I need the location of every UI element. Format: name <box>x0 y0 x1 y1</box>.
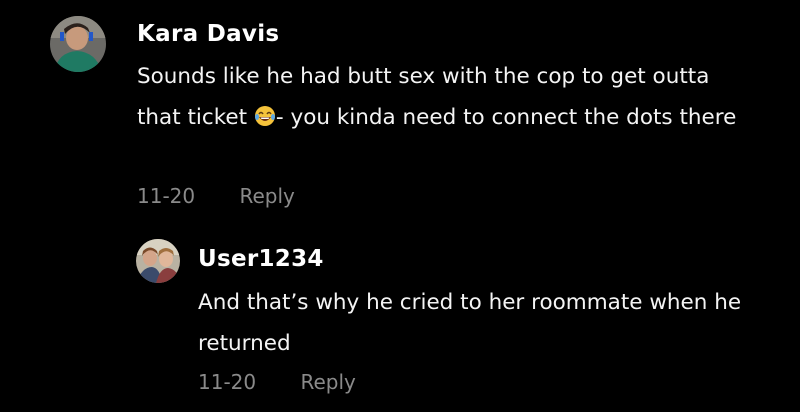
avatar[interactable] <box>50 16 106 72</box>
comment-date: 11-20 <box>137 184 196 208</box>
comment-text-part: - you kinda need to connect the dots the… <box>275 105 737 130</box>
face-with-tears-of-joy-icon <box>254 105 276 127</box>
user-avatar-icon <box>136 239 180 283</box>
reply-text: And that’s why he cried to her roommate … <box>198 290 742 356</box>
reply-username[interactable]: User1234 <box>198 246 324 272</box>
user-avatar-icon <box>50 16 106 72</box>
reply-comment: User1234 And that’s why he cried to her … <box>0 225 800 412</box>
comment-text: Sounds like he had butt sex with the cop… <box>137 56 747 138</box>
reply-date: 11-20 <box>198 370 257 394</box>
reply-button[interactable]: Reply <box>300 370 355 394</box>
comment-meta: 11-20 Reply <box>137 184 295 208</box>
comment-username[interactable]: Kara Davis <box>137 21 279 47</box>
comment: Kara Davis Sounds like he had butt sex w… <box>0 0 800 225</box>
avatar[interactable] <box>136 239 180 283</box>
reply-meta: 11-20 Reply <box>198 370 356 394</box>
reply-button[interactable]: Reply <box>239 184 294 208</box>
